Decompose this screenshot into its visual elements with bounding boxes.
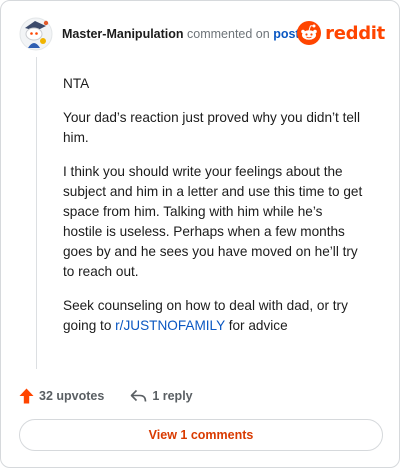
comment-paragraph: I think you should write your feelings a… (63, 164, 363, 279)
upvote-count: 32 upvotes (39, 389, 105, 403)
subreddit-link[interactable]: r/JUSTNOFAMILY (115, 318, 225, 333)
comment-card: Master-Manipulation commented on post re… (0, 0, 400, 468)
upvote-arrow-icon (19, 388, 34, 404)
reply-count: 1 reply (152, 389, 193, 403)
comment-body: NTA Your dad’s reaction just proved why … (63, 74, 363, 350)
reddit-logo[interactable]: reddit (297, 20, 385, 46)
view-comments-button[interactable]: View 1 comments (19, 419, 383, 451)
reddit-alien-logo-icon (297, 21, 322, 45)
comment-actions: 32 upvotes 1 reply (19, 386, 219, 406)
comment-text: for advice (224, 318, 288, 333)
commented-on-text: commented on (187, 27, 270, 41)
reply-arrow-icon (131, 389, 147, 402)
author-name[interactable]: Master-Manipulation (62, 27, 184, 41)
reddit-wordmark: reddit (325, 22, 385, 44)
comment-paragraph: Seek counseling on how to deal with dad,… (63, 296, 363, 336)
comment-paragraph: Your dad’s reaction just proved why you … (63, 110, 360, 145)
post-link[interactable]: post (273, 27, 299, 41)
comment-paragraph: NTA (63, 76, 90, 91)
comment-header: Master-Manipulation commented on post re… (19, 17, 385, 53)
reddit-snoo-avatar-icon[interactable] (19, 17, 53, 51)
author-line: Master-Manipulation commented on post (62, 27, 300, 41)
upvote-button[interactable]: 32 upvotes (19, 388, 104, 404)
thread-line[interactable] (36, 57, 37, 369)
reply-button[interactable]: 1 reply (130, 389, 193, 403)
